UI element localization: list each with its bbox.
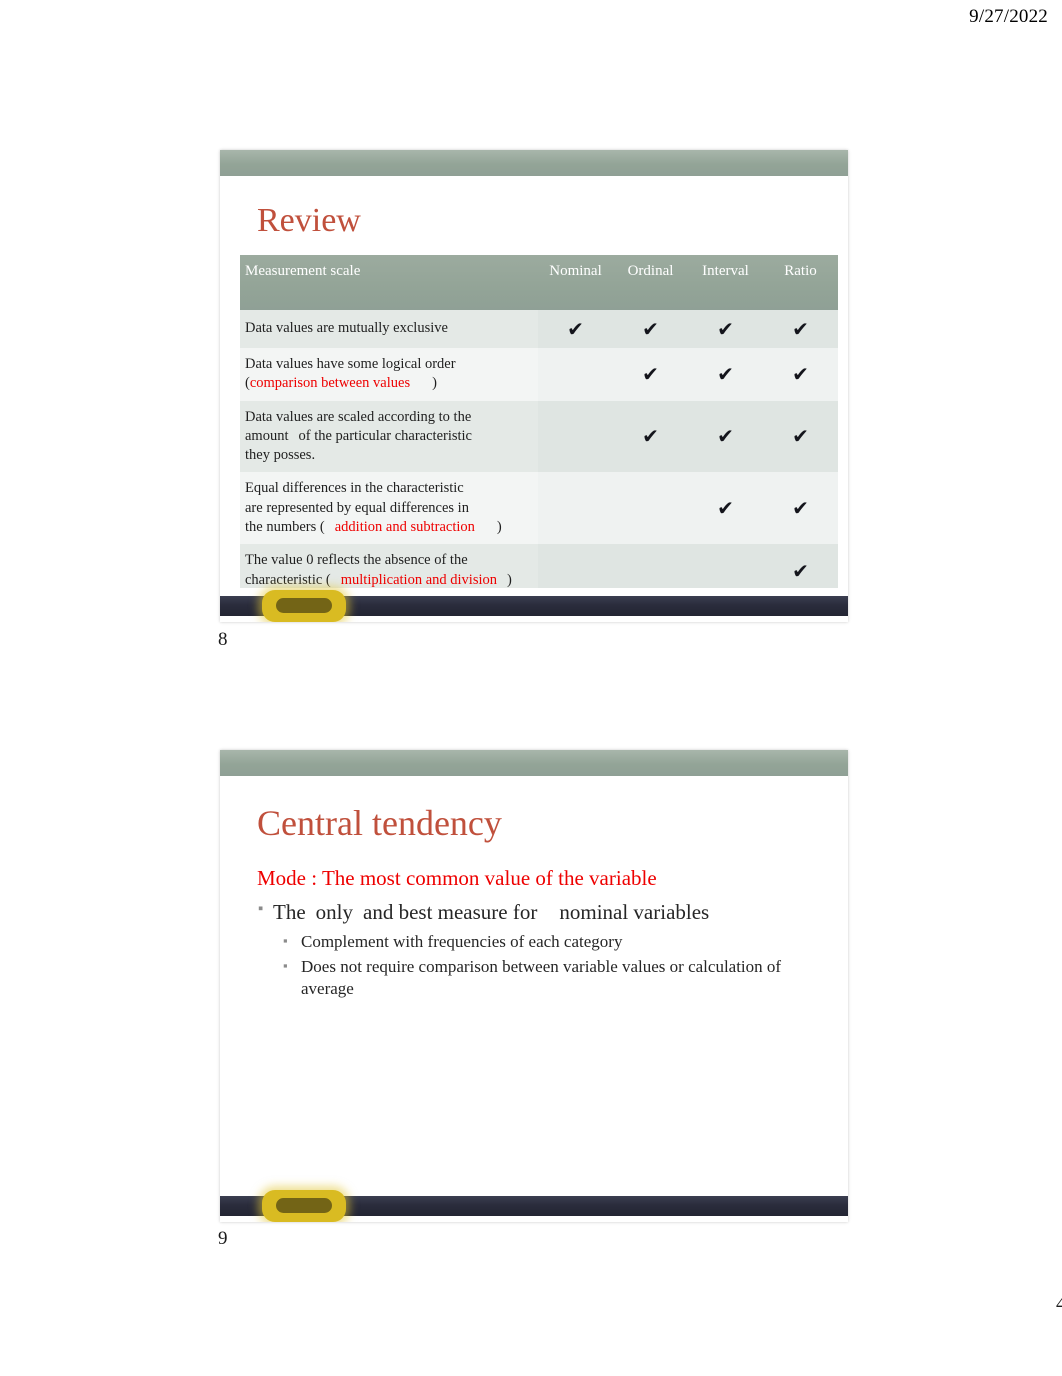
- table-header: Measurement scale Nominal Ordinal Interv…: [240, 255, 838, 310]
- table-cell-ratio: ✔: [763, 310, 838, 348]
- table-cell-ordinal: ✔: [613, 310, 688, 348]
- text-run: Equal differences in the characteristic: [245, 480, 464, 497]
- page-title: Central tendency: [257, 803, 502, 843]
- bullet-item-level-1: ▪ The only and best measure for nominal vari…: [257, 899, 817, 926]
- table-cell-label: Equal differences in the characteristic a…: [240, 472, 538, 545]
- slide-central-tendency: Central tendency Mode : The most common …: [220, 750, 848, 1222]
- slide-top-band: [220, 750, 848, 776]
- text-run: characteristic (: [245, 571, 331, 588]
- table-body: Data values are mutually exclusive ✔ ✔ ✔ ✔ Da…: [240, 310, 838, 597]
- table-row: Equal differences in the characteristic a…: [240, 472, 838, 545]
- text-run: The value 0 reflects the absence of the: [245, 552, 468, 569]
- table-cell-label: Data values are scaled according to the a…: [240, 400, 538, 473]
- logo-badge-icon: [262, 590, 346, 622]
- text-run: are represented by equal differences in: [245, 499, 469, 516]
- text-run: ): [432, 375, 437, 392]
- check-icon: ✔: [792, 317, 809, 341]
- column-header-ratio: Ratio: [763, 255, 838, 310]
- text-run: ): [507, 571, 512, 588]
- column-header-interval: Interval: [688, 255, 763, 310]
- table-cell-ordinal: ✔: [613, 348, 688, 401]
- check-icon: ✔: [642, 362, 659, 387]
- table-cell-nominal: ✔: [538, 310, 613, 348]
- highlighted-text: addition and subtraction: [334, 518, 475, 535]
- table-cell-interval: ✔: [688, 400, 763, 473]
- check-icon: ✔: [792, 424, 809, 449]
- table-row: Data values are mutually exclusive ✔ ✔ ✔ ✔: [240, 310, 838, 348]
- table-cell-interval: ✔: [688, 348, 763, 401]
- slide-review: Review Measurement scale Nominal Ordinal…: [220, 150, 848, 622]
- check-icon: ✔: [642, 317, 659, 341]
- highlighted-text: multiplication and division: [340, 571, 497, 588]
- logo-badge-inner: [276, 598, 332, 613]
- text-run: nominal variables: [559, 900, 710, 925]
- check-icon: ✔: [792, 362, 809, 387]
- table-cell-nominal: [538, 472, 613, 545]
- slide-bottom-bar: [220, 588, 848, 622]
- text-run: Data values are scaled according to the: [245, 408, 472, 425]
- check-icon: ✔: [642, 424, 659, 449]
- column-header-ordinal: Ordinal: [613, 255, 688, 310]
- table-row: Data values have some logical order (comp…: [240, 348, 838, 401]
- table-row: Data values are scaled according to the a…: [240, 400, 838, 473]
- check-icon: ✔: [792, 558, 809, 583]
- text-run: the numbers (: [245, 518, 325, 535]
- slide-bottom-bar: [220, 1188, 848, 1222]
- table-cell-ratio: ✔: [763, 400, 838, 473]
- bullet-item-level-2: ▪ Does not require comparison between var…: [257, 956, 817, 1001]
- bullet-point-icon: ▪: [258, 901, 264, 918]
- text-run: of the particular characteristic: [298, 427, 473, 444]
- check-icon: ✔: [717, 424, 734, 449]
- bullet-list: ▪ The only and best measure for nominal vari…: [257, 899, 817, 1001]
- table-cell-ratio: ✔: [763, 348, 838, 401]
- page-number: 4: [1056, 1293, 1062, 1315]
- text-run: Data values are mutually exclusive: [245, 320, 448, 337]
- bullet-point-icon: ▪: [283, 957, 288, 973]
- slide-number-8: 8: [218, 629, 228, 650]
- text-run: amount: [245, 427, 289, 444]
- bullet-item-level-2: ▪ Complement with frequencies of each cat…: [257, 931, 817, 953]
- highlighted-text: comparison between values: [249, 375, 411, 392]
- table-cell-ordinal: [613, 472, 688, 545]
- text-run: only: [315, 900, 353, 925]
- check-icon: ✔: [717, 317, 734, 341]
- logo-badge-inner: [276, 1198, 332, 1213]
- table-cell-interval: ✔: [688, 472, 763, 545]
- text-run: ): [496, 518, 502, 535]
- text-run: they posses.: [245, 447, 316, 464]
- slide-number-9: 9: [218, 1228, 228, 1249]
- text-run: and best measure for: [363, 900, 538, 925]
- table-cell-nominal: [538, 348, 613, 401]
- check-icon: ✔: [717, 496, 734, 521]
- check-icon: ✔: [792, 496, 809, 521]
- table-cell-label: Data values are mutually exclusive: [240, 310, 538, 348]
- column-header-measurement-scale: Measurement scale: [240, 255, 538, 310]
- text-run: Data values have some logical order: [245, 356, 456, 372]
- table-cell-interval: ✔: [688, 310, 763, 348]
- table-cell-nominal: [538, 400, 613, 473]
- text-run: Does not require comparison between vari…: [301, 956, 782, 999]
- text-run: Complement with frequencies of each cate…: [301, 931, 623, 951]
- column-header-nominal: Nominal: [538, 255, 613, 310]
- check-icon: ✔: [717, 362, 734, 387]
- mode-definition: Mode : The most common value of the vari…: [257, 866, 657, 890]
- table-cell-ordinal: ✔: [613, 400, 688, 473]
- slide-top-band: [220, 150, 848, 176]
- page-title: Review: [257, 202, 361, 239]
- text-run: The: [273, 900, 306, 925]
- check-icon: ✔: [567, 317, 584, 341]
- table-cell-label: Data values have some logical order (comp…: [240, 348, 538, 401]
- bullet-point-icon: ▪: [283, 932, 288, 948]
- logo-badge-icon: [262, 1190, 346, 1222]
- page-date: 9/27/2022: [969, 6, 1048, 27]
- measurement-scale-table: Measurement scale Nominal Ordinal Interv…: [240, 255, 838, 597]
- slide-body: Mode : The most common value of the vari…: [257, 865, 817, 1004]
- table-cell-ratio: ✔: [763, 472, 838, 545]
- table-header-row: Measurement scale Nominal Ordinal Interv…: [240, 255, 838, 310]
